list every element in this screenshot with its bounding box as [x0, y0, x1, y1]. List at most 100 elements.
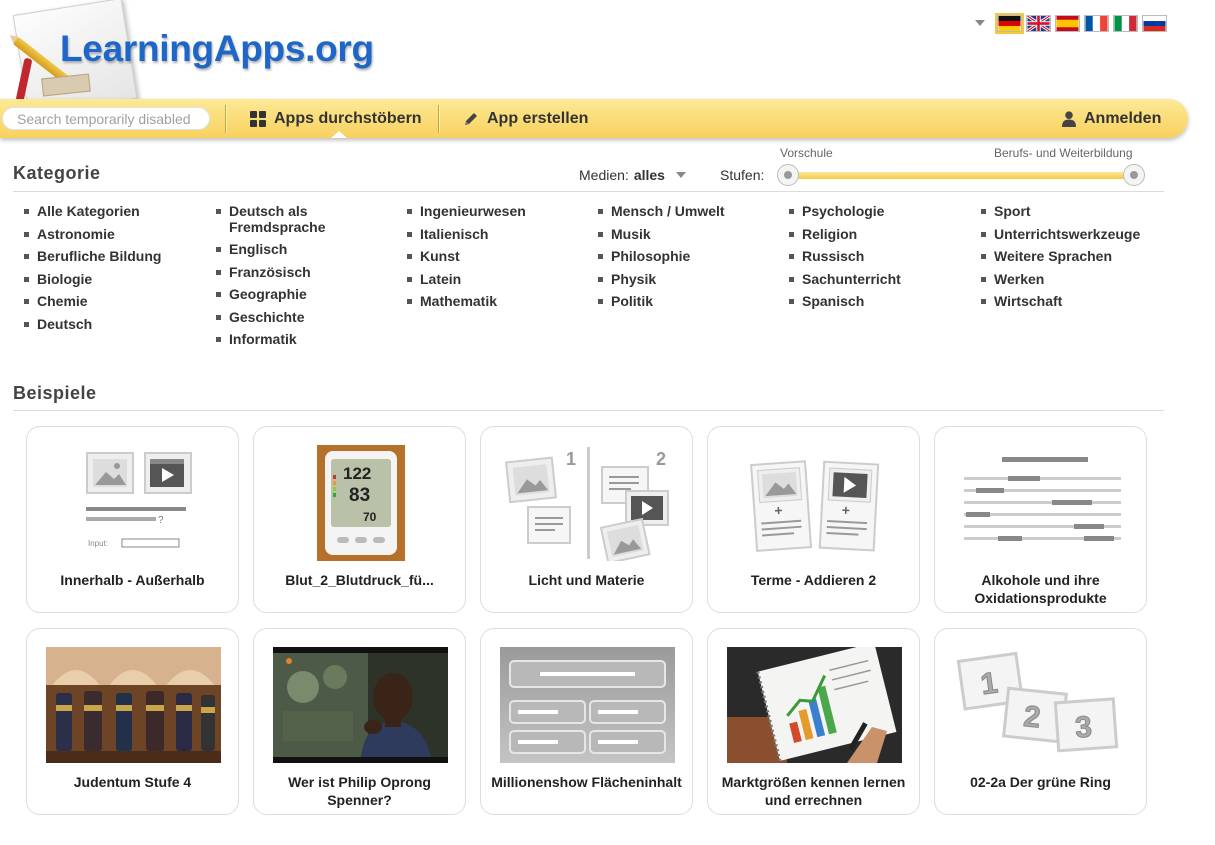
app-card[interactable]: ? Input: Innerhalb - Außerhalb — [26, 426, 239, 613]
category-link[interactable]: Geographie — [216, 286, 339, 303]
category-link[interactable]: Berufliche Bildung — [24, 248, 161, 265]
category-link[interactable]: Physik — [598, 271, 725, 288]
app-card-title: Judentum Stufe 4 — [73, 774, 192, 790]
category-link[interactable]: Sport — [981, 203, 1140, 220]
category-link[interactable]: Ingenieurwesen — [407, 203, 526, 220]
category-heading: Kategorie — [13, 163, 101, 183]
app-card[interactable]: Judentum Stufe 4 — [26, 628, 239, 815]
category-link[interactable]: Geschichte — [216, 309, 339, 326]
category-link[interactable]: Sachunterricht — [789, 271, 901, 288]
login-label: Anmelden — [1084, 109, 1162, 127]
flag-italian-icon[interactable] — [1113, 14, 1138, 32]
levels-slider-max-handle[interactable] — [1123, 164, 1145, 186]
pairs-icon: + + — [727, 445, 902, 561]
category-link[interactable]: Latein — [407, 271, 526, 288]
group-label: 2 — [656, 449, 666, 469]
app-card-title: Millionenshow Flächeninhalt — [491, 774, 682, 790]
category-link[interactable]: Deutsch als Fremdsprache — [216, 203, 339, 235]
bp-display-systolic: 122 — [343, 464, 371, 483]
quiz-show-icon — [500, 647, 675, 763]
category-link[interactable]: Russisch — [789, 248, 901, 265]
divider — [13, 410, 1164, 411]
group-assignment-icon: 1 2 — [500, 445, 675, 561]
cloze-text-icon — [954, 445, 1129, 561]
grid-icon — [250, 110, 266, 127]
category-link[interactable]: Politik — [598, 293, 725, 310]
nav-divider — [438, 105, 439, 133]
levels-slider-min-handle[interactable] — [777, 164, 799, 186]
category-link[interactable]: Astronomie — [24, 226, 161, 243]
divider — [13, 191, 1164, 192]
slider-min-label: Vorschule — [780, 146, 833, 160]
category-link[interactable]: Psychologie — [789, 203, 901, 220]
category-column-1: Alle Kategorien Astronomie Berufliche Bi… — [24, 203, 161, 339]
media-filter-dropdown[interactable]: Medien: alles — [579, 167, 686, 183]
app-card[interactable]: 122 83 70 Blut_2_Blutdruck_fü... — [253, 426, 466, 613]
chevron-down-icon — [675, 172, 686, 178]
category-link[interactable]: Spanisch — [789, 293, 901, 310]
media-input-icon: ? Input: — [46, 445, 221, 561]
create-app-label: App erstellen — [487, 109, 589, 127]
bp-display-diastolic: 83 — [349, 485, 370, 506]
media-filter-value: alles — [633, 167, 665, 183]
app-card[interactable]: Millionenshow Flächeninhalt — [480, 628, 693, 815]
category-link[interactable]: Mathematik — [407, 293, 526, 310]
group-label: 1 — [566, 449, 576, 469]
flag-german-icon[interactable] — [995, 12, 1024, 34]
app-card-title: Licht und Materie — [528, 572, 645, 588]
app-card[interactable]: Alkohole und ihre Oxidationsprodukte — [934, 426, 1147, 613]
number-order-icon: 1 2 3 — [954, 647, 1129, 763]
category-link[interactable]: Unterrichtswerkzeuge — [981, 226, 1140, 243]
login-button[interactable]: Anmelden — [1062, 99, 1161, 138]
slider-max-label: Berufs- und Weiterbildung — [994, 146, 1133, 160]
category-link[interactable]: Chemie — [24, 293, 161, 310]
category-link[interactable]: Deutsch — [24, 316, 161, 333]
category-link[interactable]: Biologie — [24, 271, 161, 288]
app-card-title: Wer ist Philip Oprong Spenner? — [288, 774, 431, 808]
flag-french-icon[interactable] — [1084, 14, 1109, 32]
examples-heading: Beispiele — [13, 383, 97, 403]
category-link[interactable]: Alle Kategorien — [24, 203, 161, 220]
category-link[interactable]: Englisch — [216, 241, 339, 258]
video-man-photo — [273, 647, 448, 763]
category-link[interactable]: Weitere Sprachen — [981, 248, 1140, 265]
category-link[interactable]: Informatik — [216, 331, 339, 348]
search-input[interactable] — [2, 107, 210, 130]
app-card[interactable]: 1 2 Licht und Materie — [480, 426, 693, 613]
category-link[interactable]: Italienisch — [407, 226, 526, 243]
language-dropdown-icon[interactable] — [975, 20, 985, 26]
category-column-5: Psychologie Religion Russisch Sachunterr… — [789, 203, 901, 317]
svg-text:+: + — [841, 502, 850, 518]
create-app-button[interactable]: App erstellen — [463, 99, 588, 138]
svg-text:?: ? — [158, 515, 164, 526]
flag-spanish-icon[interactable] — [1055, 14, 1080, 32]
language-selector — [975, 12, 1167, 34]
category-link[interactable]: Religion — [789, 226, 901, 243]
category-column-3: Ingenieurwesen Italienisch Kunst Latein … — [407, 203, 526, 317]
category-column-2: Deutsch als Fremdsprache Englisch Franzö… — [216, 203, 339, 355]
app-card[interactable]: Marktgrößen kennen lernen und errechnen — [707, 628, 920, 815]
category-link[interactable]: Philosophie — [598, 248, 725, 265]
media-filter-label: Medien: — [579, 167, 629, 183]
svg-text:Input:: Input: — [88, 539, 108, 548]
torah-scrolls-photo — [46, 647, 221, 763]
category-link[interactable]: Französisch — [216, 264, 339, 281]
category-link[interactable]: Werken — [981, 271, 1140, 288]
app-card[interactable]: + + Terme - Addieren 2 — [707, 426, 920, 613]
app-card[interactable]: 1 2 3 02-2a Der grüne Ring — [934, 628, 1147, 815]
main-nav-bar: Apps durchstöbern App erstellen Anmelden — [0, 99, 1188, 138]
category-link[interactable]: Kunst — [407, 248, 526, 265]
category-column-4: Mensch / Umwelt Musik Philosophie Physik… — [598, 203, 725, 317]
flag-russian-icon[interactable] — [1142, 14, 1167, 32]
levels-slider-track[interactable] — [788, 172, 1134, 179]
app-card[interactable]: Wer ist Philip Oprong Spenner? — [253, 628, 466, 815]
blood-pressure-photo: 122 83 70 — [273, 445, 448, 561]
flag-english-icon[interactable] — [1026, 14, 1051, 32]
user-icon — [1062, 110, 1076, 127]
logo[interactable]: LearningApps.org — [0, 0, 400, 116]
category-link[interactable]: Musik — [598, 226, 725, 243]
category-link[interactable]: Wirtschaft — [981, 293, 1140, 310]
app-card-title: 02-2a Der grüne Ring — [970, 774, 1111, 790]
number-tile-label: 2 — [1022, 700, 1042, 735]
category-link[interactable]: Mensch / Umwelt — [598, 203, 725, 220]
